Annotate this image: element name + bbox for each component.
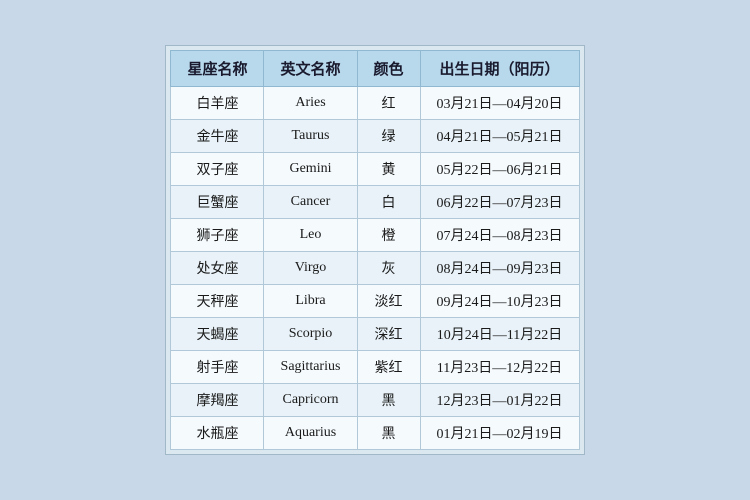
cell-dates: 10月24日—11月22日	[420, 318, 579, 351]
table-row: 白羊座Aries红03月21日—04月20日	[171, 87, 579, 120]
table-row: 射手座Sagittarius紫红11月23日—12月22日	[171, 351, 579, 384]
cell-english-name: Gemini	[264, 153, 357, 186]
cell-color: 黑	[357, 384, 420, 417]
cell-dates: 03月21日—04月20日	[420, 87, 579, 120]
cell-chinese-name: 水瓶座	[171, 417, 264, 450]
cell-chinese-name: 白羊座	[171, 87, 264, 120]
cell-english-name: Leo	[264, 219, 357, 252]
cell-english-name: Sagittarius	[264, 351, 357, 384]
zodiac-table-container: 星座名称 英文名称 颜色 出生日期（阳历） 白羊座Aries红03月21日—04…	[165, 45, 584, 455]
cell-color: 白	[357, 186, 420, 219]
cell-english-name: Aries	[264, 87, 357, 120]
header-english-name: 英文名称	[264, 51, 357, 87]
cell-chinese-name: 巨蟹座	[171, 186, 264, 219]
header-color: 颜色	[357, 51, 420, 87]
cell-english-name: Taurus	[264, 120, 357, 153]
table-row: 处女座Virgo灰08月24日—09月23日	[171, 252, 579, 285]
cell-color: 绿	[357, 120, 420, 153]
cell-color: 紫红	[357, 351, 420, 384]
cell-chinese-name: 摩羯座	[171, 384, 264, 417]
cell-english-name: Scorpio	[264, 318, 357, 351]
cell-chinese-name: 金牛座	[171, 120, 264, 153]
zodiac-table: 星座名称 英文名称 颜色 出生日期（阳历） 白羊座Aries红03月21日—04…	[170, 50, 579, 450]
cell-dates: 09月24日—10月23日	[420, 285, 579, 318]
cell-chinese-name: 处女座	[171, 252, 264, 285]
table-header-row: 星座名称 英文名称 颜色 出生日期（阳历）	[171, 51, 579, 87]
cell-color: 黑	[357, 417, 420, 450]
table-row: 金牛座Taurus绿04月21日—05月21日	[171, 120, 579, 153]
table-row: 摩羯座Capricorn黑12月23日—01月22日	[171, 384, 579, 417]
cell-dates: 11月23日—12月22日	[420, 351, 579, 384]
cell-chinese-name: 狮子座	[171, 219, 264, 252]
table-row: 狮子座Leo橙07月24日—08月23日	[171, 219, 579, 252]
cell-color: 黄	[357, 153, 420, 186]
cell-color: 淡红	[357, 285, 420, 318]
cell-english-name: Capricorn	[264, 384, 357, 417]
cell-color: 灰	[357, 252, 420, 285]
table-row: 双子座Gemini黄05月22日—06月21日	[171, 153, 579, 186]
cell-chinese-name: 天秤座	[171, 285, 264, 318]
cell-chinese-name: 天蝎座	[171, 318, 264, 351]
cell-dates: 07月24日—08月23日	[420, 219, 579, 252]
cell-english-name: Aquarius	[264, 417, 357, 450]
table-row: 天秤座Libra淡红09月24日—10月23日	[171, 285, 579, 318]
cell-dates: 01月21日—02月19日	[420, 417, 579, 450]
cell-chinese-name: 射手座	[171, 351, 264, 384]
cell-color: 深红	[357, 318, 420, 351]
cell-dates: 06月22日—07月23日	[420, 186, 579, 219]
cell-english-name: Libra	[264, 285, 357, 318]
cell-dates: 05月22日—06月21日	[420, 153, 579, 186]
table-row: 巨蟹座Cancer白06月22日—07月23日	[171, 186, 579, 219]
cell-english-name: Cancer	[264, 186, 357, 219]
cell-dates: 08月24日—09月23日	[420, 252, 579, 285]
cell-color: 橙	[357, 219, 420, 252]
cell-chinese-name: 双子座	[171, 153, 264, 186]
table-row: 天蝎座Scorpio深红10月24日—11月22日	[171, 318, 579, 351]
cell-dates: 12月23日—01月22日	[420, 384, 579, 417]
header-chinese-name: 星座名称	[171, 51, 264, 87]
cell-english-name: Virgo	[264, 252, 357, 285]
table-row: 水瓶座Aquarius黑01月21日—02月19日	[171, 417, 579, 450]
cell-dates: 04月21日—05月21日	[420, 120, 579, 153]
header-birth-date: 出生日期（阳历）	[420, 51, 579, 87]
cell-color: 红	[357, 87, 420, 120]
table-body: 白羊座Aries红03月21日—04月20日金牛座Taurus绿04月21日—0…	[171, 87, 579, 450]
